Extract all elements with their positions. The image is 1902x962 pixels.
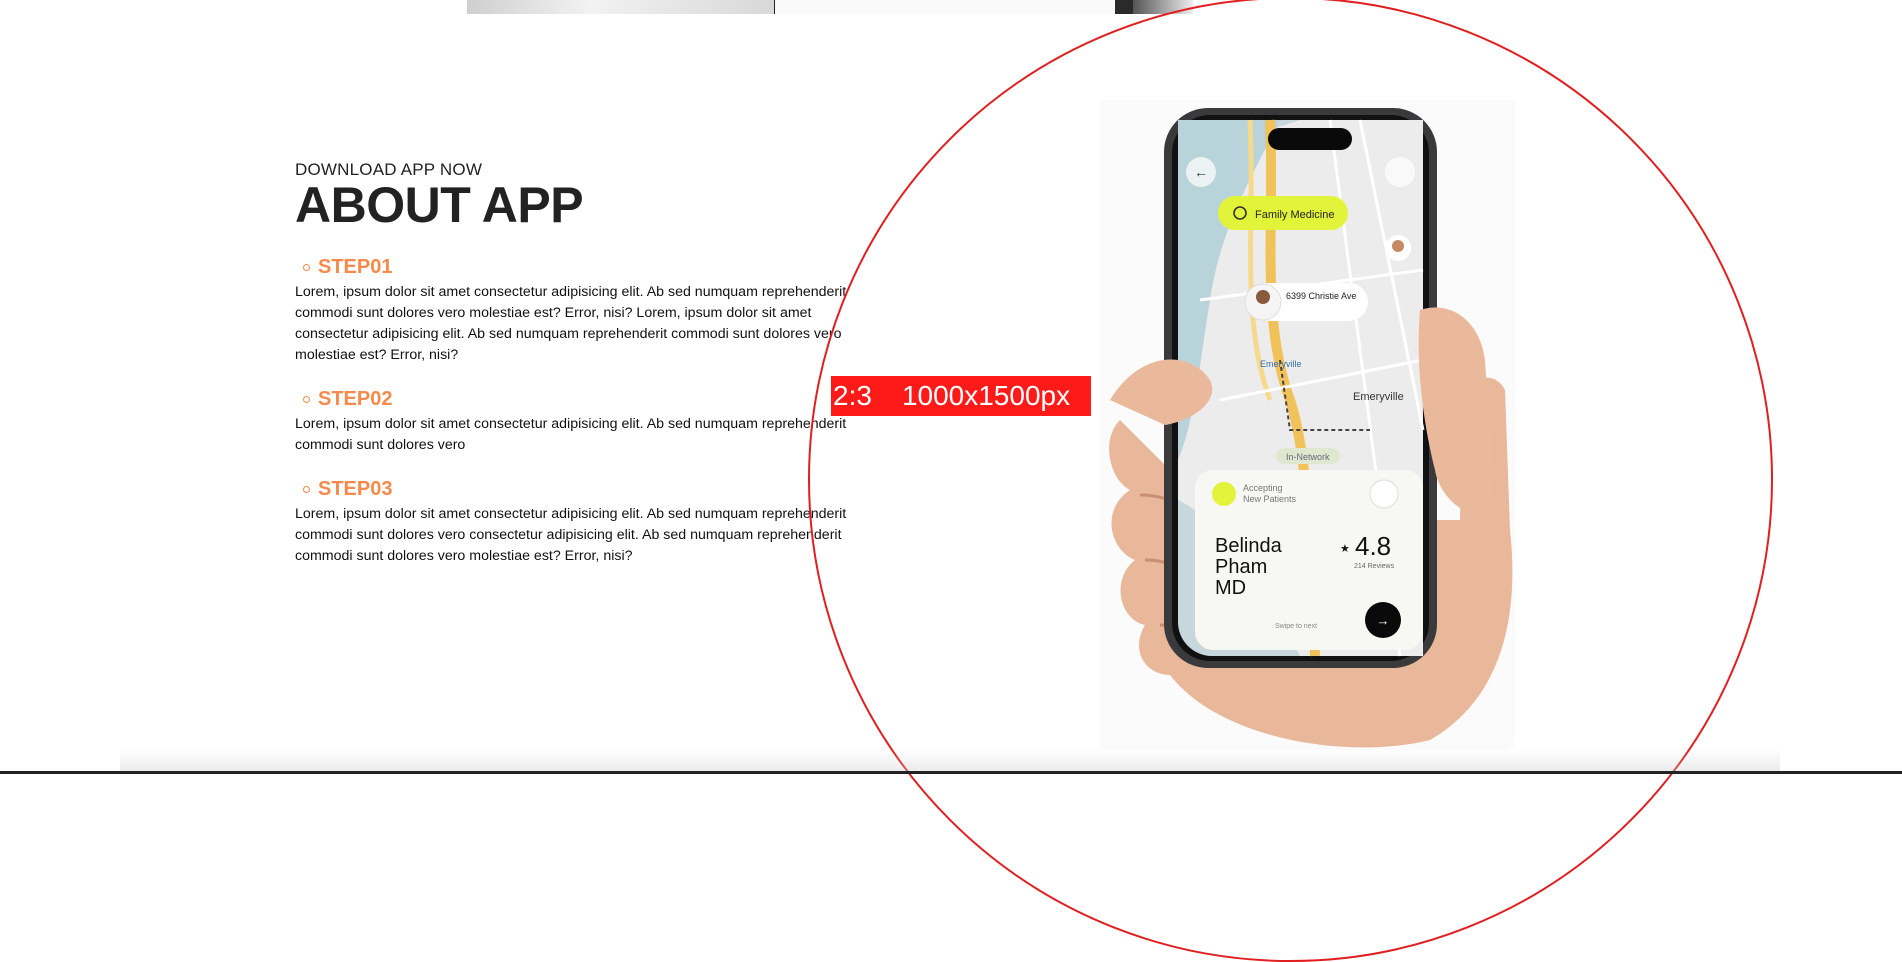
section-shadow (120, 749, 1780, 771)
section-title: ABOUT APP (295, 177, 584, 233)
badge-size: 1000x1500px (901, 380, 1071, 411)
step-item: STEP01 Lorem, ipsum dolor sit amet conse… (295, 256, 870, 366)
swipe-hint: Swipe to next (1275, 623, 1317, 630)
about-app-section: DOWNLOAD APP NOW ABOUT APP STEP01 Lorem,… (295, 160, 870, 567)
svg-text:→: → (1377, 613, 1390, 628)
step-label: STEP03 (318, 478, 393, 500)
bullet-icon (303, 486, 310, 493)
reviews-count: 214 Reviews (1354, 563, 1395, 570)
map-label: Emeryville (1260, 359, 1302, 369)
step-item: STEP03 Lorem, ipsum dolor sit amet conse… (295, 478, 870, 567)
prev-section-image-edge (1115, 0, 1133, 14)
card-status: New Patients (1243, 494, 1297, 504)
step-text: Lorem, ipsum dolor sit amet consectetur … (295, 506, 847, 564)
search-chip-label: Family Medicine (1255, 209, 1334, 221)
doctor-name: MD (1215, 577, 1246, 599)
bullet-icon (303, 396, 310, 403)
svg-text:←: ← (1194, 164, 1208, 180)
phone-in-hand-image: ← Family Medicine 6399 Christie Ave Emer… (1100, 100, 1515, 750)
step-heading: STEP01 (295, 256, 870, 279)
map-label: In-Network (1286, 452, 1330, 462)
step-heading: STEP02 (295, 388, 870, 411)
svg-text:★: ★ (1340, 543, 1350, 555)
address-label: 6399 Christie Ave (1286, 291, 1356, 301)
step-label: STEP01 (318, 256, 393, 278)
rating-value: 4.8 (1355, 531, 1391, 561)
step-text: Lorem, ipsum dolor sit amet consectetur … (295, 284, 847, 363)
step-heading: STEP03 (295, 478, 870, 501)
step-label: STEP02 (318, 388, 393, 410)
step-text: Lorem, ipsum dolor sit amet consectetur … (295, 416, 847, 453)
image-size-badge: 2:3 1000x1500px (831, 376, 1091, 416)
badge-ratio: 2:3 (833, 380, 872, 411)
doctor-name: Belinda (1215, 535, 1283, 557)
prev-section-image-edge (775, 0, 1115, 14)
step-item: STEP02 Lorem, ipsum dolor sit amet conse… (295, 388, 870, 456)
bullet-icon (303, 264, 310, 271)
card-status: Accepting (1243, 483, 1283, 493)
doctor-name: Pham (1215, 556, 1267, 578)
map-label: Emeryville (1353, 391, 1404, 403)
prev-section-image-edge (467, 0, 782, 14)
